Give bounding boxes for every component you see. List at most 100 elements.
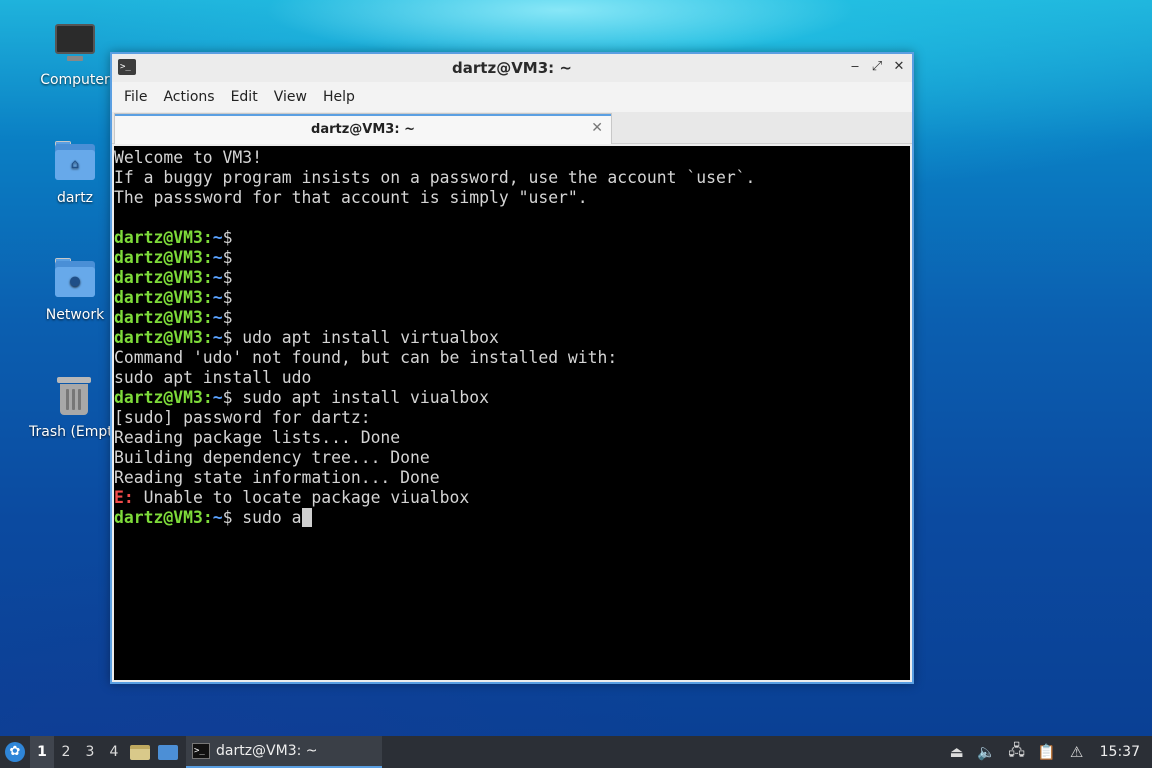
terminal-output-line: Command 'udo' not found, but can be inst… bbox=[114, 348, 910, 368]
network-icon[interactable]: 🖧 bbox=[1002, 736, 1032, 768]
prompt-separator: : bbox=[202, 228, 213, 247]
terminal-output-line: Welcome to VM3! bbox=[114, 148, 910, 168]
prompt-symbol: $ bbox=[222, 508, 233, 527]
prompt-user: dartz@VM3 bbox=[114, 268, 203, 287]
terminal-output-line: [sudo] password for dartz: bbox=[114, 408, 910, 428]
show-desktop-button[interactable] bbox=[154, 736, 182, 768]
prompt-user: dartz@VM3 bbox=[114, 228, 203, 247]
workspace-3[interactable]: 3 bbox=[78, 736, 102, 768]
prompt-user: dartz@VM3 bbox=[114, 328, 203, 347]
taskbar-item-label: dartz@VM3: ~ bbox=[216, 743, 318, 759]
terminal-tab[interactable]: dartz@VM3: ~ ✕ bbox=[114, 113, 612, 144]
show-desktop-icon bbox=[158, 744, 178, 760]
window-titlebar[interactable]: >_ dartz@VM3: ~ ‒ ⤢ ✕ bbox=[112, 54, 912, 82]
desktop-icon-label: Trash (Empty) bbox=[29, 424, 111, 440]
terminal-prompt-line: dartz@VM3:~$ bbox=[114, 248, 910, 268]
output-text: Building dependency tree... Done bbox=[114, 448, 430, 467]
file-manager-launcher[interactable] bbox=[126, 736, 154, 768]
prompt-separator: : bbox=[202, 388, 213, 407]
error-message: Unable to locate package viualbox bbox=[133, 488, 470, 507]
output-text: If a buggy program insists on a password… bbox=[114, 168, 756, 187]
update-notifier-icon[interactable]: ⚠ bbox=[1062, 736, 1092, 768]
prompt-separator: : bbox=[202, 308, 213, 327]
desktop-icon-label: dartz bbox=[56, 190, 94, 206]
taskbar-item-terminal[interactable]: >_ dartz@VM3: ~ bbox=[186, 736, 382, 768]
output-text: Reading state information... Done bbox=[114, 468, 440, 487]
lubuntu-logo-icon: ✿ bbox=[5, 742, 25, 762]
menu-edit[interactable]: Edit bbox=[223, 89, 266, 105]
terminal-output-line: sudo apt install udo bbox=[114, 368, 910, 388]
menubar: File Actions Edit View Help bbox=[112, 82, 912, 112]
terminal-icon: >_ bbox=[118, 59, 136, 75]
command-text: udo apt install virtualbox bbox=[232, 328, 499, 347]
desktop-icon-label: Network bbox=[45, 307, 105, 323]
prompt-symbol: $ bbox=[222, 228, 233, 247]
output-text: The passsword for that account is simply… bbox=[114, 188, 588, 207]
tab-label: dartz@VM3: ~ bbox=[311, 121, 415, 137]
terminal-prompt-line: dartz@VM3:~$ udo apt install virtualbox bbox=[114, 328, 910, 348]
text-cursor bbox=[301, 508, 312, 527]
prompt-symbol: $ bbox=[222, 308, 233, 327]
close-button[interactable]: ✕ bbox=[892, 58, 906, 76]
terminal-output-line: If a buggy program insists on a password… bbox=[114, 168, 910, 188]
start-menu-button[interactable]: ✿ bbox=[0, 736, 30, 768]
home-folder-icon: ⌂ bbox=[53, 140, 97, 184]
terminal-output-line: Reading package lists... Done bbox=[114, 428, 910, 448]
clipboard-icon[interactable]: 📋 bbox=[1032, 736, 1062, 768]
prompt-user: dartz@VM3 bbox=[114, 288, 203, 307]
prompt-path: ~ bbox=[212, 268, 223, 287]
prompt-symbol: $ bbox=[222, 388, 233, 407]
prompt-path: ~ bbox=[212, 248, 223, 267]
prompt-separator: : bbox=[202, 328, 213, 347]
prompt-path: ~ bbox=[212, 228, 223, 247]
prompt-path: ~ bbox=[212, 388, 223, 407]
output-text: sudo apt install udo bbox=[114, 368, 312, 387]
tab-close-icon[interactable]: ✕ bbox=[591, 120, 603, 136]
tab-bar: dartz@VM3: ~ ✕ bbox=[112, 112, 912, 144]
file-manager-icon bbox=[130, 744, 150, 760]
prompt-path: ~ bbox=[212, 328, 223, 347]
desktop-icon-trash[interactable]: Trash (Empty) bbox=[27, 374, 111, 440]
workspace-1[interactable]: 1 bbox=[30, 736, 54, 768]
prompt-path: ~ bbox=[212, 288, 223, 307]
clock[interactable]: 15:37 bbox=[1092, 744, 1152, 760]
desktop-icon-home-folder[interactable]: ⌂ dartz bbox=[27, 140, 123, 206]
terminal-output-line: The passsword for that account is simply… bbox=[114, 188, 910, 208]
volume-icon[interactable]: 🔈 bbox=[972, 736, 1002, 768]
maximize-button[interactable]: ⤢ bbox=[870, 58, 884, 76]
desktop-icon-network[interactable]: ● Network bbox=[27, 257, 123, 323]
prompt-path: ~ bbox=[212, 508, 223, 527]
terminal-prompt-line: dartz@VM3:~$ bbox=[114, 268, 910, 288]
prompt-symbol: $ bbox=[222, 248, 233, 267]
terminal-output-line: Building dependency tree... Done bbox=[114, 448, 910, 468]
system-tray: ⏏ 🔈 🖧 📋 ⚠ 15:37 bbox=[942, 736, 1152, 768]
trash-icon bbox=[52, 374, 96, 418]
menu-help[interactable]: Help bbox=[315, 89, 363, 105]
terminal-output-line: Reading state information... Done bbox=[114, 468, 910, 488]
eject-icon[interactable]: ⏏ bbox=[942, 736, 972, 768]
terminal-output[interactable]: Welcome to VM3! If a buggy program insist… bbox=[114, 146, 910, 680]
menu-actions[interactable]: Actions bbox=[155, 89, 222, 105]
window-title: dartz@VM3: ~ bbox=[452, 59, 572, 77]
menu-file[interactable]: File bbox=[116, 89, 155, 105]
output-text: Command 'udo' not found, but can be inst… bbox=[114, 348, 618, 367]
terminal-icon: >_ bbox=[192, 743, 210, 759]
terminal-prompt-line: dartz@VM3:~$ bbox=[114, 308, 910, 328]
terminal-prompt-line: dartz@VM3:~$ sudo apt install viualbox bbox=[114, 388, 910, 408]
terminal-prompt-line: dartz@VM3:~$ bbox=[114, 288, 910, 308]
terminal-prompt-line: dartz@VM3:~$ sudo a bbox=[114, 508, 910, 528]
workspace-4[interactable]: 4 bbox=[102, 736, 126, 768]
computer-icon bbox=[53, 22, 97, 66]
output-text: Reading package lists... Done bbox=[114, 428, 401, 447]
prompt-separator: : bbox=[202, 248, 213, 267]
prompt-symbol: $ bbox=[222, 268, 233, 287]
workspace-2[interactable]: 2 bbox=[54, 736, 78, 768]
desktop-icon-label: Computer bbox=[40, 72, 110, 88]
minimize-button[interactable]: ‒ bbox=[848, 58, 862, 76]
terminal-prompt-line: dartz@VM3:~$ bbox=[114, 228, 910, 248]
command-text: sudo a bbox=[232, 508, 302, 527]
menu-view[interactable]: View bbox=[266, 89, 315, 105]
desktop-icon-computer[interactable]: Computer bbox=[27, 22, 123, 88]
prompt-user: dartz@VM3 bbox=[114, 508, 203, 527]
